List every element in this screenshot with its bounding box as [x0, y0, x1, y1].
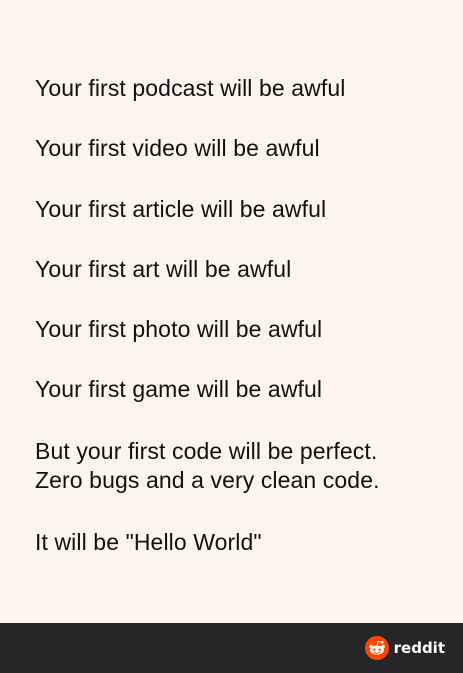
- text-line-art: Your first art will be awful: [35, 256, 292, 282]
- reddit-logo-icon: [364, 636, 389, 660]
- watermark-footer: reddit: [0, 623, 463, 673]
- text-line-podcast: Your first podcast will be awful: [35, 75, 346, 101]
- reddit-watermark: reddit: [364, 636, 445, 660]
- text-line-video: Your first video will be awful: [35, 135, 320, 161]
- meme-card: Your first podcast will be awful Your fi…: [0, 0, 463, 623]
- text-line-photo: Your first photo will be awful: [35, 316, 323, 342]
- text-line-hello-world: It will be "Hello World": [35, 529, 262, 555]
- text-line-zero-bugs: Zero bugs and a very clean code.: [35, 467, 380, 493]
- text-line-article: Your first article will be awful: [35, 196, 327, 222]
- reddit-wordmark: reddit: [393, 639, 445, 657]
- text-line-game: Your first game will be awful: [35, 376, 323, 402]
- text-line-perfect-code: But your first code will be perfect.: [35, 438, 378, 464]
